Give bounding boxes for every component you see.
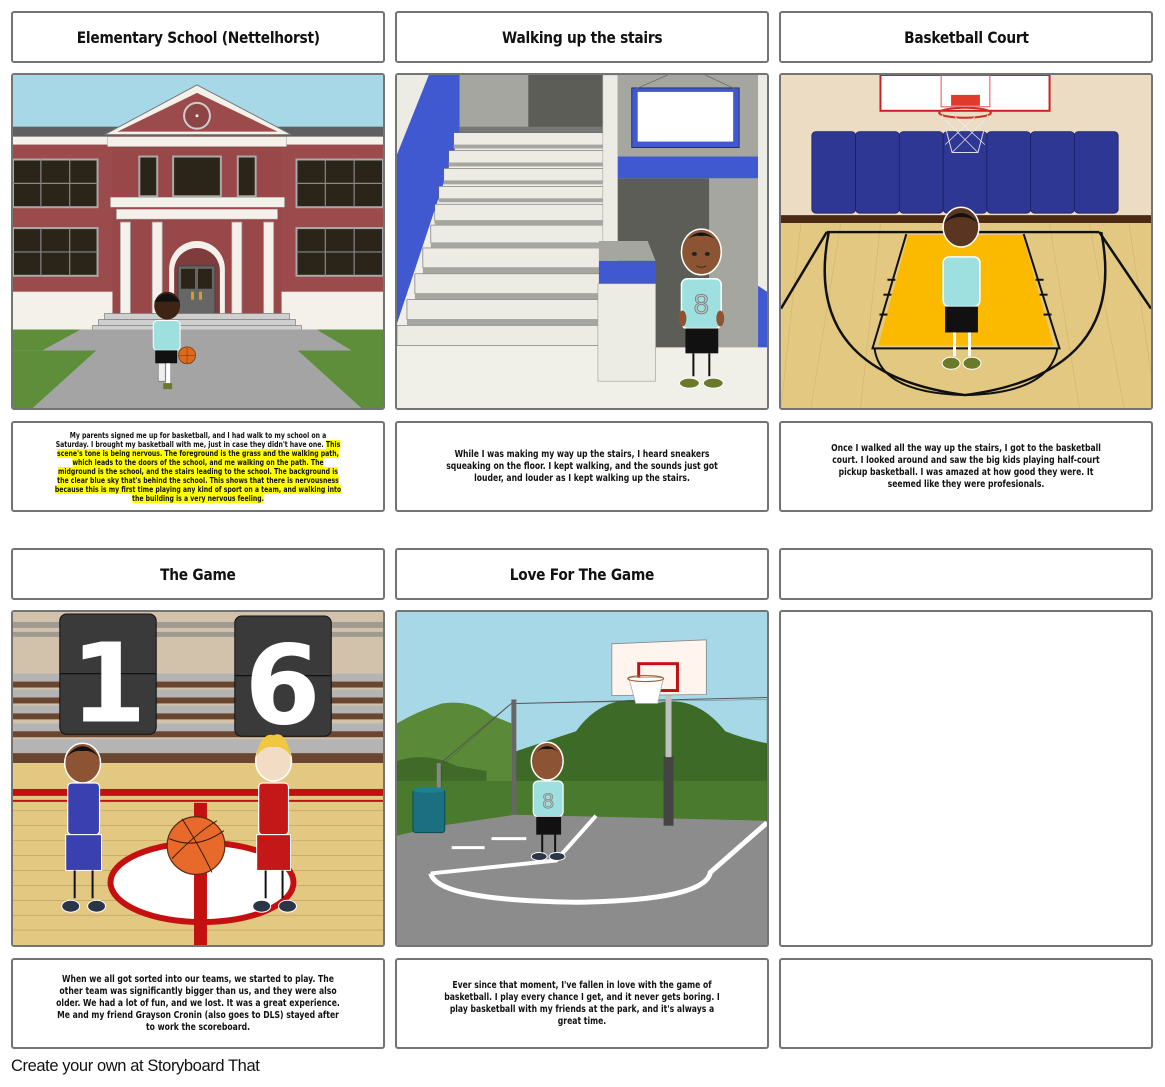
basketball — [166, 816, 226, 876]
cell-5-title-text: Love For The Game — [509, 564, 655, 584]
cell-2-title-text: Walking up the stairs — [501, 27, 663, 47]
cell-1-description[interactable]: My parents signed me up for basketball, … — [11, 421, 385, 512]
cell-3-title-text: Basketball Court — [903, 27, 1029, 47]
cell-5-description[interactable]: Ever since that moment, I've fallen in l… — [395, 958, 769, 1049]
gym-illustration — [781, 75, 1151, 408]
stairs-illustration: 8 — [397, 75, 767, 408]
jersey-number: 8 — [693, 291, 709, 321]
cell-5-description-text: Ever since that moment, I've fallen in l… — [444, 979, 720, 1027]
cell-4-scene-game[interactable]: 1 6 — [11, 610, 385, 947]
cell-3-scene-gym[interactable] — [779, 73, 1153, 410]
park-illustration: 8 — [397, 612, 767, 945]
game-illustration: 1 6 — [13, 612, 383, 945]
cell-3-description-text: Once I walked all the way up the stairs,… — [831, 442, 1101, 490]
cell-1-scene-school[interactable] — [11, 73, 385, 410]
cell-2-scene-stairs[interactable]: 8 — [395, 73, 769, 410]
cell-3-description[interactable]: Once I walked all the way up the stairs,… — [779, 421, 1153, 512]
score-left: 1 — [70, 619, 146, 747]
cell-4-title[interactable]: The Game — [11, 548, 385, 600]
storyboard-that-link[interactable]: Create your own at Storyboard That — [11, 1057, 260, 1076]
cell-5-title[interactable]: Love For The Game — [395, 548, 769, 600]
cell-1-title-text: Elementary School (Nettelhorst) — [76, 27, 320, 47]
cell-4-description-text: When we all got sorted into our teams, w… — [56, 973, 340, 1033]
cell-4-description[interactable]: When we all got sorted into our teams, w… — [11, 958, 385, 1049]
cell-2-description[interactable]: While I was making my way up the stairs,… — [395, 421, 769, 512]
cell-4-title-text: The Game — [160, 564, 236, 584]
scoreboard-right: 6 — [234, 615, 332, 749]
scoreboard-left: 1 — [59, 613, 157, 747]
cell-5-scene-park[interactable]: 8 — [395, 610, 769, 947]
cell-2-description-text: While I was making my way up the stairs,… — [446, 448, 718, 484]
cell-1-title[interactable]: Elementary School (Nettelhorst) — [11, 11, 385, 63]
cell-1-description-text: My parents signed me up for basketball, … — [54, 431, 342, 503]
cell-6-scene-empty[interactable] — [779, 610, 1153, 947]
school-illustration — [13, 75, 383, 408]
cell-2-title[interactable]: Walking up the stairs — [395, 11, 769, 63]
score-right: 6 — [244, 621, 320, 749]
jersey-number: 8 — [542, 790, 555, 813]
cell-6-description[interactable] — [779, 958, 1153, 1049]
cell-1-description-highlighted: This scene's tone is being nervous. The … — [54, 439, 342, 503]
cell-3-title[interactable]: Basketball Court — [779, 11, 1153, 63]
cell-6-title[interactable] — [779, 548, 1153, 600]
cell-1-description-plain: My parents signed me up for basketball, … — [55, 430, 327, 449]
